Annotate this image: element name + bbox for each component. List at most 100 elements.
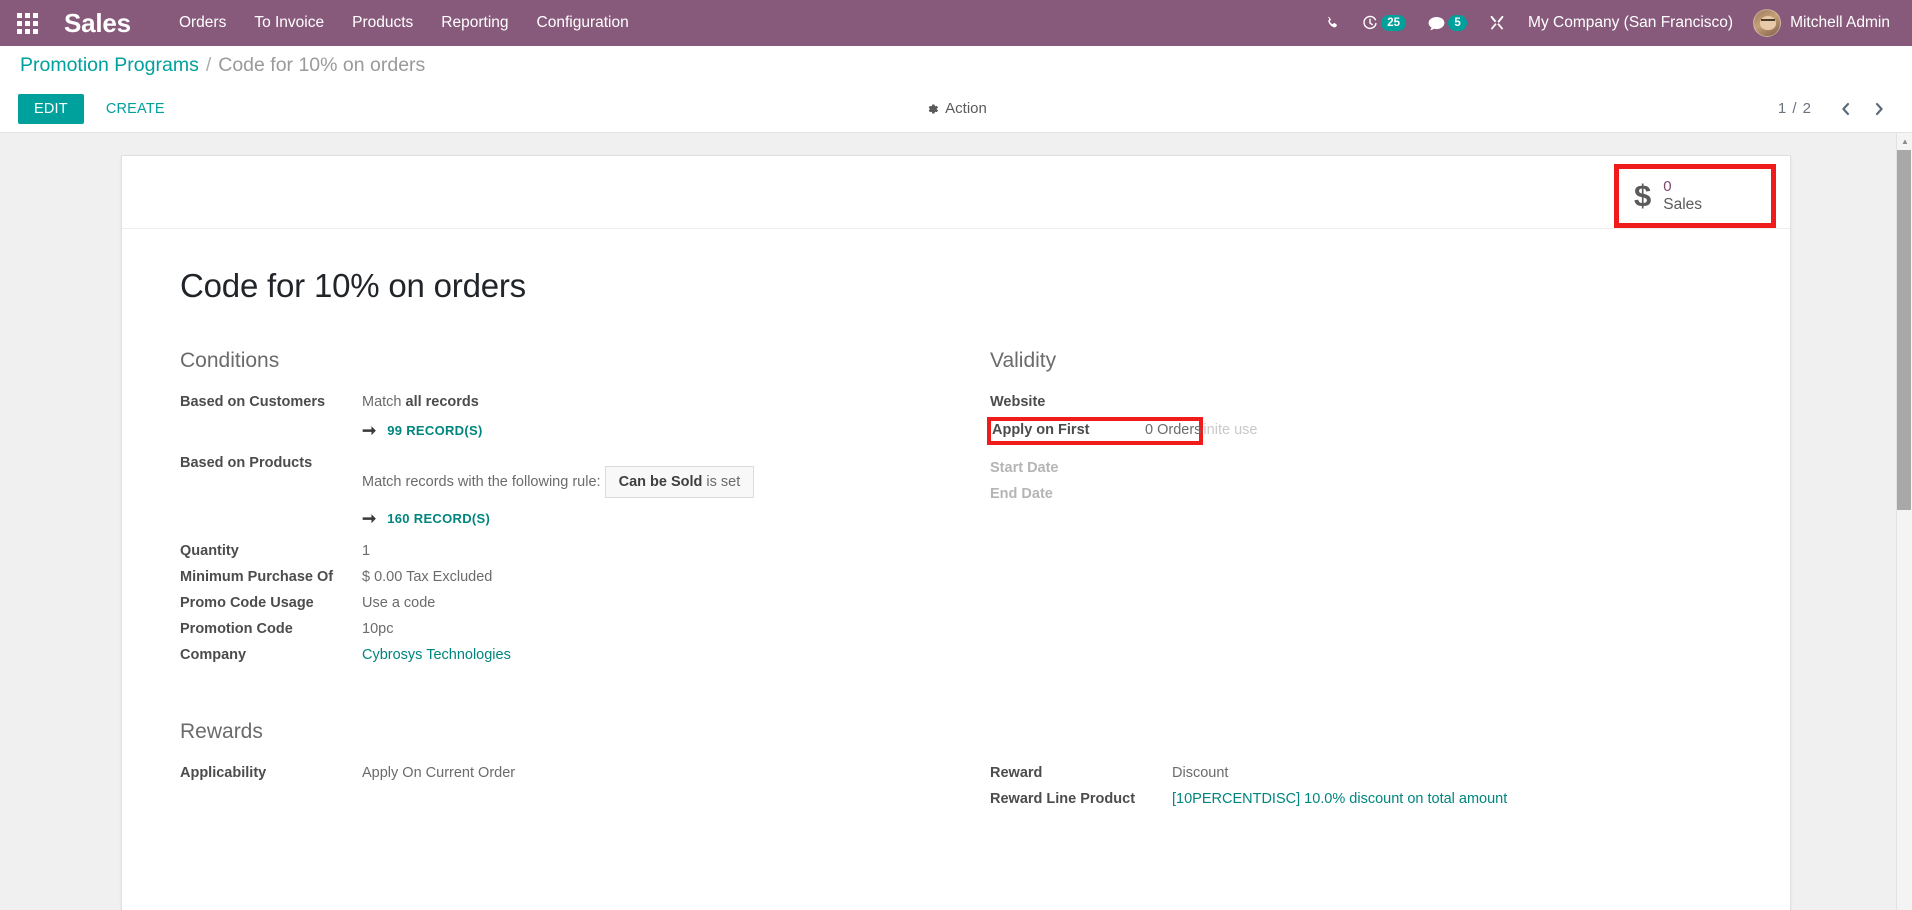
rewards-left-group: Rewards Applicability Apply On Current O…: [180, 720, 956, 812]
arrow-right-icon: ➞: [362, 508, 377, 528]
app-brand-sales[interactable]: Sales: [64, 8, 131, 39]
label-quantity: Quantity: [180, 542, 239, 559]
validity-fields: Website 0, infinite use Apply on First 0…: [987, 389, 1732, 507]
menu-item-to-invoice[interactable]: To Invoice: [240, 8, 338, 38]
main-menu: Orders To Invoice Products Reporting Con…: [165, 8, 643, 38]
label-promotion-code: Promotion Code: [180, 620, 293, 637]
field-row-end-date: End Date: [990, 481, 1732, 507]
label-reward: Reward: [990, 764, 1043, 781]
user-name-label: Mitchell Admin: [1790, 14, 1890, 31]
field-row-based-on-customers: Based on Customers Match all records ➞ 9…: [180, 389, 956, 450]
stat-button-box: $ 0 Sales: [122, 156, 1790, 229]
label-applicability: Applicability: [180, 764, 267, 781]
breadcrumb-root-link[interactable]: Promotion Programs: [20, 54, 199, 77]
create-button[interactable]: CREATE: [92, 94, 179, 124]
rule-operator: is set: [706, 473, 741, 490]
value-apply-on-first[interactable]: 0 Orders: [1145, 422, 1201, 438]
breadcrumb-separator: /: [205, 54, 212, 76]
company-switcher[interactable]: My Company (San Francisco): [1516, 8, 1745, 38]
label-apply-on-first: Apply on First: [992, 421, 1090, 438]
value-applicability: Apply On Current Order: [362, 764, 516, 781]
value-reward-line-product[interactable]: [10PERCENTDISC] 10.0% discount on total …: [1172, 786, 1732, 812]
edit-button[interactable]: EDIT: [18, 93, 84, 124]
field-row-quantity: Quantity 1: [180, 538, 956, 564]
products-records-link[interactable]: ➞ 160 RECORD(S): [362, 510, 956, 527]
apps-menu-button[interactable]: [0, 0, 54, 46]
field-row-reward-line-product: Reward Line Product [10PERCENTDISC] 10.0…: [990, 786, 1732, 812]
label-start-date: Start Date: [990, 459, 1059, 476]
field-row-apply-on-first: 0, infinite use Apply on First 0 Orders: [987, 415, 1732, 455]
messages-button[interactable]: 5: [1417, 11, 1478, 35]
user-avatar: [1753, 9, 1782, 37]
match-all-records: all records: [405, 393, 479, 410]
value-based-on-products: Match records with the following rule: C…: [362, 450, 956, 538]
sales-stat-label: Sales: [1663, 195, 1703, 213]
scroll-up-arrow-icon[interactable]: ▲: [1897, 133, 1912, 149]
menu-item-configuration[interactable]: Configuration: [523, 8, 643, 38]
product-domain-rule[interactable]: Can be Sold is set: [604, 465, 755, 498]
value-company-link[interactable]: Cybrosys Technologies: [362, 642, 956, 668]
value-start-date[interactable]: [1172, 455, 1732, 481]
chevron-right-icon: [1875, 102, 1883, 115]
label-website: Website: [990, 393, 1046, 410]
scrollbar-thumb[interactable]: [1897, 150, 1911, 510]
debug-tools-icon: [1490, 15, 1504, 30]
field-row-promo-code-usage: Promo Code Usage Use a code: [180, 590, 956, 616]
phone-button[interactable]: [1314, 12, 1351, 35]
label-end-date: End Date: [990, 485, 1053, 502]
main-columns: Conditions Based on Customers Match all …: [180, 349, 1732, 668]
navbar-right-tools: 25 5 My Company (San Francisco) Mitchell…: [1314, 7, 1912, 39]
menu-item-orders[interactable]: Orders: [165, 8, 240, 38]
products-rule-text: Match records with the following rule:: [362, 473, 601, 490]
customers-record-count: 99 RECORD(S): [387, 422, 483, 438]
rewards-section: Rewards Applicability Apply On Current O…: [180, 720, 1732, 812]
label-based-on-products: Based on Products: [180, 454, 313, 471]
rewards-right-fields: Reward Discount Reward Line Product [10P…: [990, 760, 1732, 812]
action-menu-button[interactable]: Action: [925, 100, 987, 117]
control-panel: EDIT CREATE Action 1 / 2: [0, 85, 1912, 133]
top-navbar: Sales Orders To Invoice Products Reporti…: [0, 0, 1912, 46]
user-menu[interactable]: Mitchell Admin: [1745, 7, 1898, 39]
value-promo-code-usage: Use a code: [362, 594, 436, 611]
page-title: Code for 10% on orders: [180, 266, 526, 304]
value-based-on-customers: Match all records ➞ 99 RECORD(S): [362, 389, 956, 450]
conditions-title: Conditions: [180, 348, 280, 372]
field-row-applicability: Applicability Apply On Current Order: [180, 760, 956, 786]
vertical-scrollbar[interactable]: ▲: [1896, 133, 1912, 910]
pager-previous-button[interactable]: [1830, 94, 1860, 124]
field-row-company: Company Cybrosys Technologies: [180, 642, 956, 668]
breadcrumb: Promotion Programs / Code for 10% on ord…: [0, 46, 1912, 85]
field-row-promotion-code: Promotion Code 10pc: [180, 616, 956, 642]
debug-tools-button[interactable]: [1478, 11, 1516, 35]
apps-grid-icon: [16, 12, 38, 34]
chevron-left-icon: [1841, 102, 1849, 115]
arrow-right-icon: ➞: [362, 420, 377, 440]
sales-stat-highlight: $ 0 Sales: [1614, 164, 1776, 228]
label-promo-code-usage: Promo Code Usage: [180, 594, 314, 611]
menu-item-reporting[interactable]: Reporting: [427, 8, 522, 38]
sales-stat-button[interactable]: $ 0 Sales: [1620, 170, 1770, 222]
messages-chat-icon: [1428, 16, 1445, 30]
rewards-right-group: Reward Discount Reward Line Product [10P…: [956, 720, 1732, 812]
record-sheet: $ 0 Sales Code for 10% on orders Conditi…: [121, 155, 1791, 910]
pager-next-button[interactable]: [1864, 94, 1894, 124]
activities-button[interactable]: 25: [1351, 11, 1417, 35]
label-based-on-customers: Based on Customers: [180, 393, 326, 410]
rewards-title: Rewards: [180, 719, 263, 743]
activity-clock-icon: [1363, 15, 1377, 30]
menu-item-products[interactable]: Products: [338, 8, 427, 38]
action-label: Action: [945, 100, 987, 117]
field-row-start-date: Start Date: [990, 455, 1732, 481]
gear-icon: [928, 103, 938, 114]
value-website[interactable]: [1172, 389, 1732, 415]
sales-stat-value: 0: [1663, 178, 1672, 195]
value-minimum-purchase: $ 0.00 Tax Excluded: [362, 568, 493, 585]
value-reward: Discount: [1172, 764, 1229, 781]
products-record-count: 160 RECORD(S): [387, 510, 491, 526]
value-end-date[interactable]: [1172, 481, 1732, 507]
customers-records-link[interactable]: ➞ 99 RECORD(S): [362, 422, 956, 439]
record-pager: 1 / 2: [1778, 94, 1894, 124]
field-row-based-on-products: Based on Products Match records with the…: [180, 450, 956, 538]
sheet-body: Code for 10% on orders Conditions Based …: [122, 229, 1790, 852]
conditions-fields: Based on Customers Match all records ➞ 9…: [180, 389, 956, 668]
